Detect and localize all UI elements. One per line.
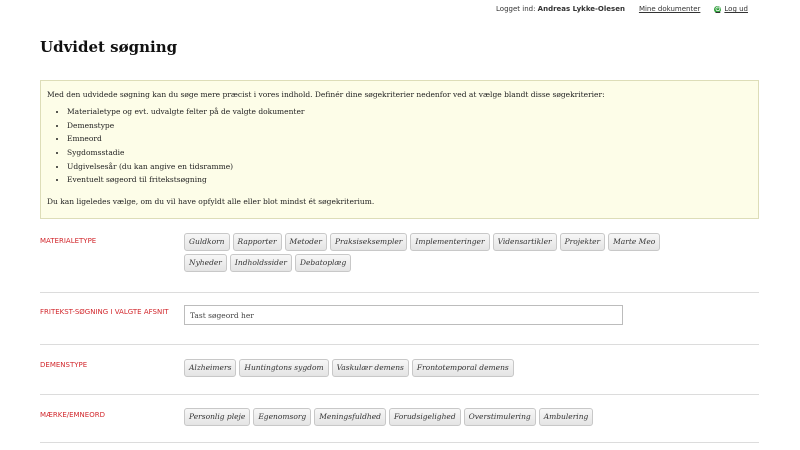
tag-debatoplaeg[interactable]: Debatoplæg	[294, 254, 352, 272]
demenstype-section: DEMENSTYPE Alzheimers Huntingtons sygdom…	[40, 345, 759, 395]
search-input[interactable]	[184, 305, 623, 325]
tag-metoder[interactable]: Metoder	[284, 233, 328, 251]
tag-guldkorn[interactable]: Guldkorn	[184, 233, 230, 251]
info-outro: Du kan ligeledes vælge, om du vil have o…	[47, 197, 375, 207]
tag-personlig-pleje[interactable]: Personlig pleje	[184, 408, 251, 426]
my-documents-link[interactable]: Mine dokumenter	[639, 5, 700, 13]
criteria-item: Eventuelt søgeord til fritekstsøgning	[67, 175, 752, 189]
materialetype-label: MATERIALETYPE	[40, 237, 97, 245]
criteria-item: Emneord	[67, 134, 752, 148]
tag-alzheimers[interactable]: Alzheimers	[184, 359, 237, 377]
demenstype-label: DEMENSTYPE	[40, 361, 88, 369]
tag-rapporter[interactable]: Rapporter	[232, 233, 282, 251]
tag-overstimulering[interactable]: Overstimulering	[463, 408, 536, 426]
info-intro: Med den udvidede søgning kan du søge mer…	[47, 90, 605, 99]
power-icon: ⏻	[714, 5, 722, 13]
tag-projekter[interactable]: Projekter	[559, 233, 606, 251]
tag-marte-meo[interactable]: Marte Meo	[608, 233, 661, 251]
criteria-item: Sygdomsstadie	[67, 148, 752, 162]
tag-huntingtons[interactable]: Huntingtons sygdom	[239, 359, 329, 377]
tag-ambulering[interactable]: Ambulering	[538, 408, 594, 426]
logged-in-prefix: Logget ind:	[496, 5, 536, 13]
criteria-item: Materialetype og evt. udvalgte felter på…	[67, 107, 752, 121]
tag-vidensartikler[interactable]: Vidensartikler	[492, 233, 557, 251]
criteria-item: Udgivelsesår (du kan angive en tidsramme…	[67, 162, 752, 176]
criteria-item: Demenstype	[67, 121, 752, 135]
tag-praksiseksempler[interactable]: Praksiseksempler	[330, 233, 408, 251]
demenstype-tags: Alzheimers Huntingtons sygdom Vaskulær d…	[184, 359, 704, 380]
fritekst-section: FRITEKST-SØGNING I VALGTE AFSNIT	[40, 293, 759, 345]
logged-in-info: Logget ind: Andreas Lykke-Olesen	[496, 5, 625, 13]
tag-implementeringer[interactable]: Implementeringer	[410, 233, 490, 251]
tag-meningsfuldhed[interactable]: Meningsfuldhed	[314, 408, 386, 426]
tag-frontotemporal-demens[interactable]: Frontotemporal demens	[411, 359, 514, 377]
top-bar: Logget ind: Andreas Lykke-Olesen Mine do…	[496, 5, 748, 13]
info-box: Med den udvidede søgning kan du søge mer…	[40, 80, 759, 219]
criteria-list: Materialetype og evt. udvalgte felter på…	[67, 107, 752, 189]
emneord-label: MÆRKE/EMNEORD	[40, 411, 105, 419]
user-name: Andreas Lykke-Olesen	[537, 5, 625, 13]
tag-vaskulaer-demens[interactable]: Vaskulær demens	[331, 359, 409, 377]
materialetype-tags: Guldkorn Rapporter Metoder Praksiseksemp…	[184, 233, 704, 275]
materialetype-section: MATERIALETYPE Guldkorn Rapporter Metoder…	[40, 226, 759, 293]
logout-label: Log ud	[724, 5, 748, 13]
emneord-tags: Personlig pleje Egenomsorg Meningsfuldhe…	[184, 408, 704, 429]
tag-egenomsorg[interactable]: Egenomsorg	[253, 408, 312, 426]
page-title: Udvidet søgning	[40, 38, 178, 56]
tag-indholdssider[interactable]: Indholdssider	[229, 254, 292, 272]
tag-nyheder[interactable]: Nyheder	[184, 254, 227, 272]
tag-forudsigelighed[interactable]: Forudsigelighed	[388, 408, 461, 426]
logout-link[interactable]: ⏻ Log ud	[714, 5, 748, 13]
emneord-section: MÆRKE/EMNEORD Personlig pleje Egenomsorg…	[40, 395, 759, 443]
fritekst-label: FRITEKST-SØGNING I VALGTE AFSNIT	[40, 308, 169, 316]
